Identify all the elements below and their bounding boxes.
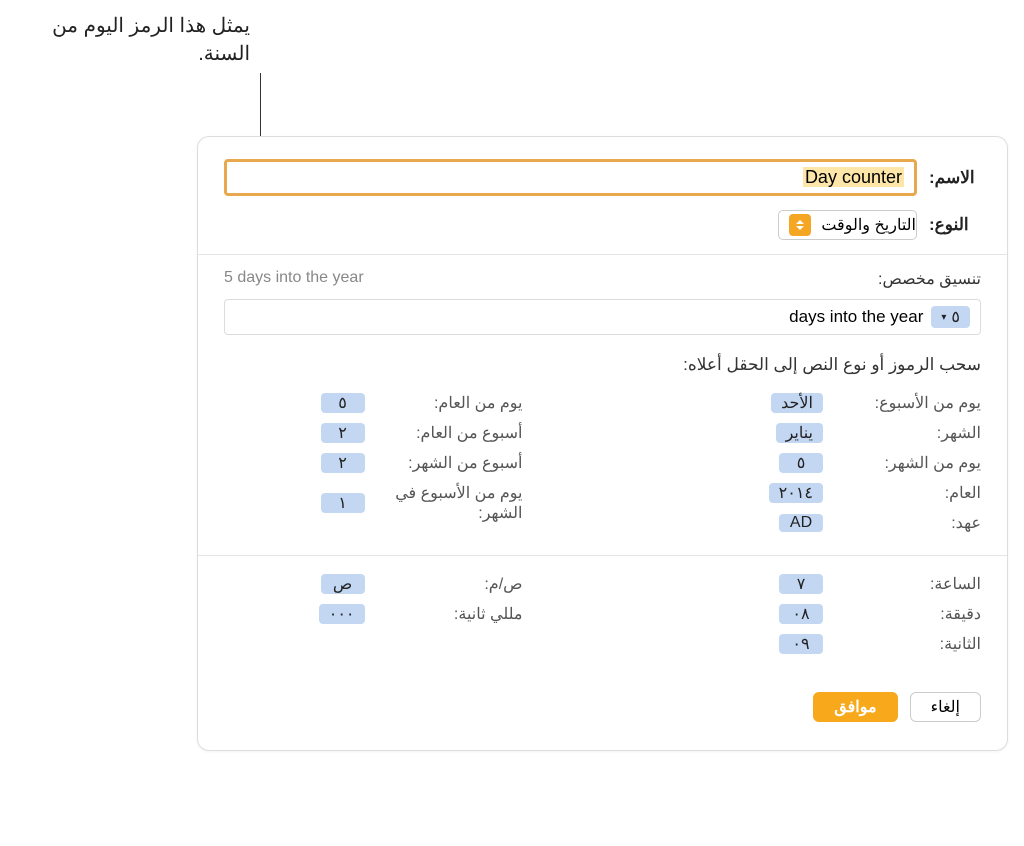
token-week-of-year[interactable]: ٢ [321,423,365,443]
token-label: يوم من الشهر: [831,453,981,473]
callout-text: يمثل هذا الرمز اليوم من السنة. [50,12,250,68]
custom-format-label: تنسيق مخصص: [878,269,981,289]
token-ampm[interactable]: ص [321,574,365,594]
cancel-button[interactable]: إلغاء [910,692,981,722]
token-label: العام: [831,483,981,503]
type-select-value: التاريخ والوقت [821,215,916,235]
token-year[interactable]: ٢٠١٤ [769,483,823,503]
token-label: ص/م: [373,574,523,594]
token-label: أسبوع من الشهر: [373,453,523,473]
drag-hint: سحب الرموز أو نوع النص إلى الحقل أعلاه: [224,355,981,375]
token-day-of-month[interactable]: ٥ [779,453,823,473]
name-input[interactable]: Day counter [224,159,917,196]
token-label: يوم من العام: [373,393,523,413]
time-tokens-left-col: ص/م: ص مللي ثانية: ٠٠٠ [224,574,583,664]
token-label: أسبوع من العام: [373,423,523,443]
token-month[interactable]: يناير [776,423,823,443]
separator [198,555,1007,556]
chevron-down-icon: ▾ [941,312,946,323]
token-label: يوم من الأسبوع: [831,393,981,413]
token-label: الثانية: [831,634,981,654]
token-millisecond[interactable]: ٠٠٠ [319,604,365,624]
token-second[interactable]: ٠٩ [779,634,823,654]
token-label: مللي ثانية: [373,604,523,624]
type-select[interactable]: التاريخ والوقت [778,210,917,240]
token-hour[interactable]: ٧ [779,574,823,594]
time-tokens-right-col: الساعة: ٧ دقيقة: ٠٨ الثانية: ٠٩ [623,574,982,664]
type-label: النوع: [929,215,981,235]
ok-button[interactable]: موافق [813,692,897,722]
token-label: عهد: [831,513,981,533]
separator [198,254,1007,255]
token-label: الشهر: [831,423,981,443]
token-minute[interactable]: ٠٨ [779,604,823,624]
token-day-of-week-in-month[interactable]: ١ [321,493,365,513]
name-input-value: Day counter [803,167,904,187]
token-day-of-year[interactable]: ٥ [321,393,365,413]
date-tokens-left-col: يوم من العام: ٥ أسبوع من العام: ٢ أسبوع من… [224,393,583,543]
token-day-of-week[interactable]: الأحد [771,393,823,413]
token-label: يوم من الأسبوع في الشهر: [373,483,523,523]
token-era[interactable]: AD [779,514,823,532]
stepper-icon [789,214,811,236]
token-label: دقيقة: [831,604,981,624]
format-text: days into the year [789,307,923,327]
format-dialog: الاسم: Day counter النوع: التاريخ والوقت… [197,136,1008,751]
token-week-of-month[interactable]: ٢ [321,453,365,473]
format-field[interactable]: ٥ ▾ days into the year [224,299,981,335]
date-tokens-right-col: يوم من الأسبوع: الأحد الشهر: يناير يوم من … [623,393,982,543]
name-label: الاسم: [929,168,981,188]
format-preview: 5 days into the year [224,269,364,289]
format-token-day-of-year[interactable]: ٥ ▾ [931,306,970,328]
token-label: الساعة: [831,574,981,594]
